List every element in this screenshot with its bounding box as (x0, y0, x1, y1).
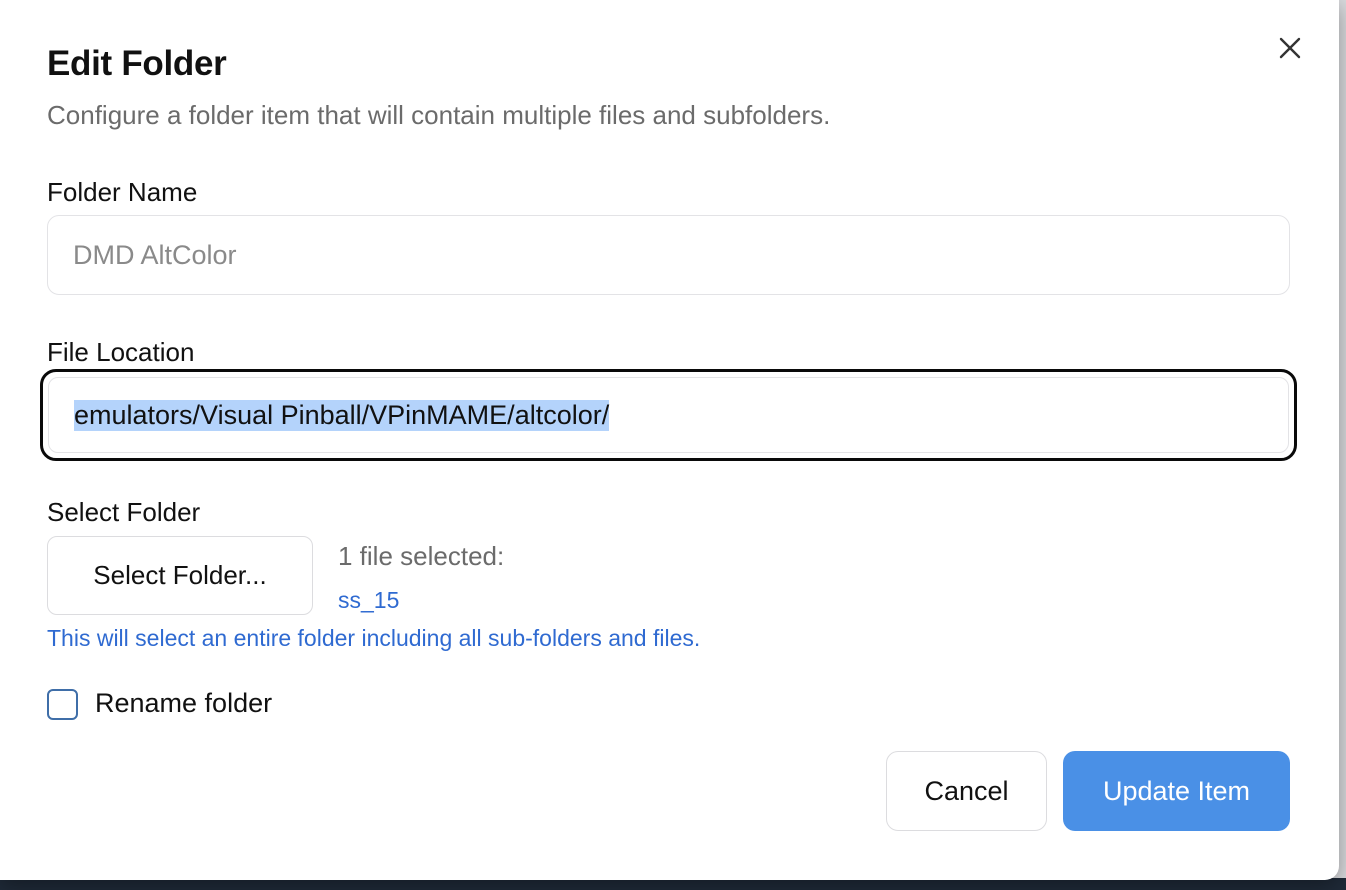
folder-name-input[interactable]: DMD AltColor (47, 215, 1290, 295)
file-location-label: File Location (47, 337, 195, 367)
select-folder-button[interactable]: Select Folder... (47, 536, 313, 615)
select-folder-hint: This will select an entire folder includ… (47, 625, 701, 651)
file-location-input[interactable]: emulators/Visual Pinball/VPinMAME/altcol… (40, 369, 1297, 461)
folder-name-value: DMD AltColor (73, 239, 237, 270)
file-location-field[interactable]: emulators/Visual Pinball/VPinMAME/altcol… (48, 377, 1289, 453)
rename-folder-checkbox[interactable] (47, 689, 78, 720)
cancel-button[interactable]: Cancel (886, 751, 1047, 831)
rename-folder-label[interactable]: Rename folder (95, 688, 272, 719)
file-location-value: emulators/Visual Pinball/VPinMAME/altcol… (74, 399, 610, 431)
close-button[interactable] (1270, 28, 1310, 68)
close-icon (1279, 37, 1301, 59)
edit-folder-dialog: Edit Folder Configure a folder item that… (0, 0, 1339, 880)
update-item-button[interactable]: Update Item (1063, 751, 1290, 831)
folder-name-label: Folder Name (47, 177, 198, 207)
file-count-text: 1 file selected: (338, 541, 505, 571)
dialog-title: Edit Folder (47, 44, 227, 83)
dialog-subtitle: Configure a folder item that will contai… (47, 100, 831, 130)
select-folder-label: Select Folder (47, 497, 201, 527)
selected-file-name: ss_15 (338, 587, 400, 613)
